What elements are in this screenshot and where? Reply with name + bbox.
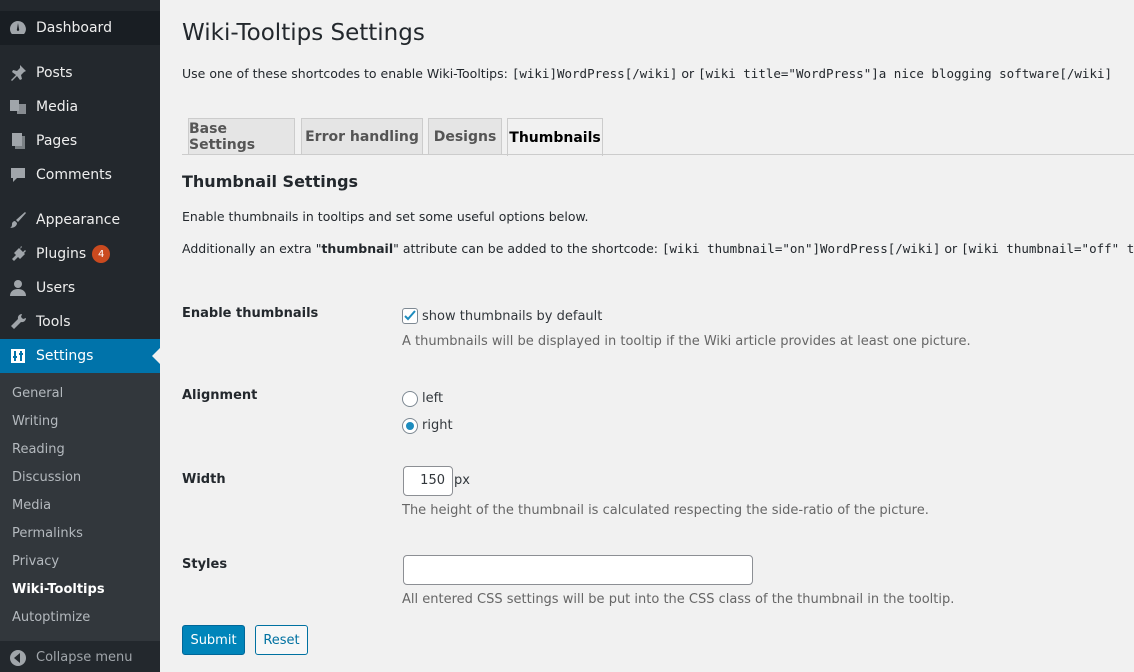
- sidebar-item-label: Comments: [36, 167, 112, 183]
- submit-button[interactable]: Submit: [182, 625, 245, 655]
- sidebar-item-label: Tools: [36, 314, 71, 330]
- show-thumbnails-checkbox[interactable]: [402, 308, 418, 324]
- plugins-update-badge: 4: [92, 245, 111, 263]
- tab-designs[interactable]: Designs: [428, 118, 502, 155]
- shortcode-example-1: [wiki]WordPress[/wiki]: [511, 66, 678, 81]
- page-title: Wiki-Tooltips Settings: [182, 20, 425, 46]
- width-unit: px: [454, 473, 470, 488]
- sidebar-item-label: Pages: [36, 133, 78, 149]
- active-menu-pointer: [152, 348, 160, 364]
- media-icon: [0, 97, 36, 117]
- note-text: " attribute can be added to the shortcod…: [393, 241, 662, 256]
- submenu-item-discussion[interactable]: Discussion: [12, 468, 81, 488]
- width-help: The height of the thumbnail is calculate…: [402, 503, 929, 518]
- sidebar-item-plugins[interactable]: Plugins 4: [0, 237, 160, 271]
- sidebar-item-label: Posts: [36, 65, 73, 81]
- alignment-label: Alignment: [182, 388, 258, 403]
- sidebar-item-settings[interactable]: Settings: [0, 339, 160, 373]
- comment-icon: [0, 165, 36, 185]
- styles-label: Styles: [182, 557, 228, 572]
- width-label: Width: [182, 472, 226, 487]
- sidebar-item-tools[interactable]: Tools: [0, 305, 160, 339]
- sidebar-item-label: Plugins: [36, 246, 87, 262]
- collapse-menu-button[interactable]: Collapse menu: [0, 643, 160, 672]
- admin-sidebar: Dashboard Posts Media Pages Comments App…: [0, 0, 160, 672]
- section-title: Thumbnail Settings: [182, 172, 359, 191]
- sidebar-item-dashboard[interactable]: Dashboard: [0, 11, 160, 45]
- align-right-label[interactable]: right: [422, 418, 453, 433]
- sidebar-item-pages[interactable]: Pages: [0, 124, 160, 158]
- sidebar-item-label: Dashboard: [36, 20, 112, 36]
- radio-selected-dot: [406, 422, 414, 430]
- tab-divider: [182, 154, 1134, 155]
- tab-thumbnails[interactable]: Thumbnails: [507, 118, 603, 156]
- dashboard-icon: [0, 18, 36, 38]
- sidebar-item-media[interactable]: Media: [0, 90, 160, 124]
- styles-input[interactable]: [403, 555, 753, 585]
- sidebar-item-label: Appearance: [36, 212, 121, 228]
- pages-icon: [0, 131, 36, 151]
- sidebar-item-label: Users: [36, 280, 76, 296]
- show-thumbnails-label[interactable]: show thumbnails by default: [422, 309, 602, 324]
- submenu-item-autoptimize[interactable]: Autoptimize: [12, 608, 90, 628]
- checkmark-icon: [404, 310, 416, 321]
- settings-icon: [0, 346, 36, 366]
- align-right-radio[interactable]: [402, 418, 418, 434]
- intro-text: Use one of these shortcodes to enable Wi…: [182, 66, 1112, 81]
- submenu-item-writing[interactable]: Writing: [12, 412, 58, 432]
- section-description: Enable thumbnails in tooltips and set so…: [182, 209, 589, 224]
- note-text: Additionally an extra ": [182, 241, 322, 256]
- intro-or: or: [677, 66, 699, 81]
- enable-thumbnails-label: Enable thumbnails: [182, 306, 319, 321]
- brush-icon: [0, 210, 36, 230]
- sidebar-item-comments[interactable]: Comments: [0, 158, 160, 192]
- submenu-item-wiki-tooltips[interactable]: Wiki-Tooltips: [12, 580, 105, 600]
- width-input[interactable]: 150: [403, 466, 453, 496]
- align-left-radio[interactable]: [402, 391, 418, 407]
- sidebar-item-label: Media: [36, 99, 79, 115]
- settings-submenu: General Writing Reading Discussion Media…: [0, 373, 160, 641]
- sidebar-item-posts[interactable]: Posts: [0, 56, 160, 90]
- submenu-item-media[interactable]: Media: [12, 496, 51, 516]
- tab-error-handling[interactable]: Error handling: [301, 118, 423, 155]
- main-content: Wiki-Tooltips Settings Use one of these …: [182, 0, 1134, 672]
- align-left-label[interactable]: left: [422, 391, 443, 406]
- sidebar-item-appearance[interactable]: Appearance: [0, 203, 160, 237]
- submenu-item-permalinks[interactable]: Permalinks: [12, 524, 83, 544]
- pin-icon: [0, 63, 36, 83]
- user-icon: [0, 278, 36, 298]
- submenu-item-privacy[interactable]: Privacy: [12, 552, 59, 572]
- enable-thumbnails-help: A thumbnails will be displayed in toolti…: [402, 334, 971, 349]
- intro-lead: Use one of these shortcodes to enable Wi…: [182, 66, 512, 81]
- sidebar-item-label: Settings: [36, 348, 94, 364]
- note-bold: thumbnail: [321, 241, 394, 256]
- shortcode-thumbnail-off: [wiki thumbnail="off" title=: [961, 241, 1134, 256]
- submenu-item-general[interactable]: General: [12, 384, 63, 404]
- plug-icon: [0, 244, 36, 264]
- collapse-arrow-icon: [0, 649, 36, 667]
- shortcode-thumbnail-on: [wiki thumbnail="on"]WordPress[/wiki]: [661, 241, 941, 256]
- section-attribute-note: Additionally an extra "thumbnail" attrib…: [182, 241, 1134, 256]
- tab-base-settings[interactable]: Base Settings: [188, 118, 295, 155]
- note-or: or: [940, 241, 962, 256]
- sidebar-item-users[interactable]: Users: [0, 271, 160, 305]
- styles-help: All entered CSS settings will be put int…: [402, 592, 955, 607]
- collapse-menu-label: Collapse menu: [36, 650, 133, 665]
- wrench-icon: [0, 312, 36, 332]
- reset-button[interactable]: Reset: [255, 625, 308, 655]
- shortcode-example-2: [wiki title="WordPress"]a nice blogging …: [698, 66, 1113, 81]
- submenu-item-reading[interactable]: Reading: [12, 440, 65, 460]
